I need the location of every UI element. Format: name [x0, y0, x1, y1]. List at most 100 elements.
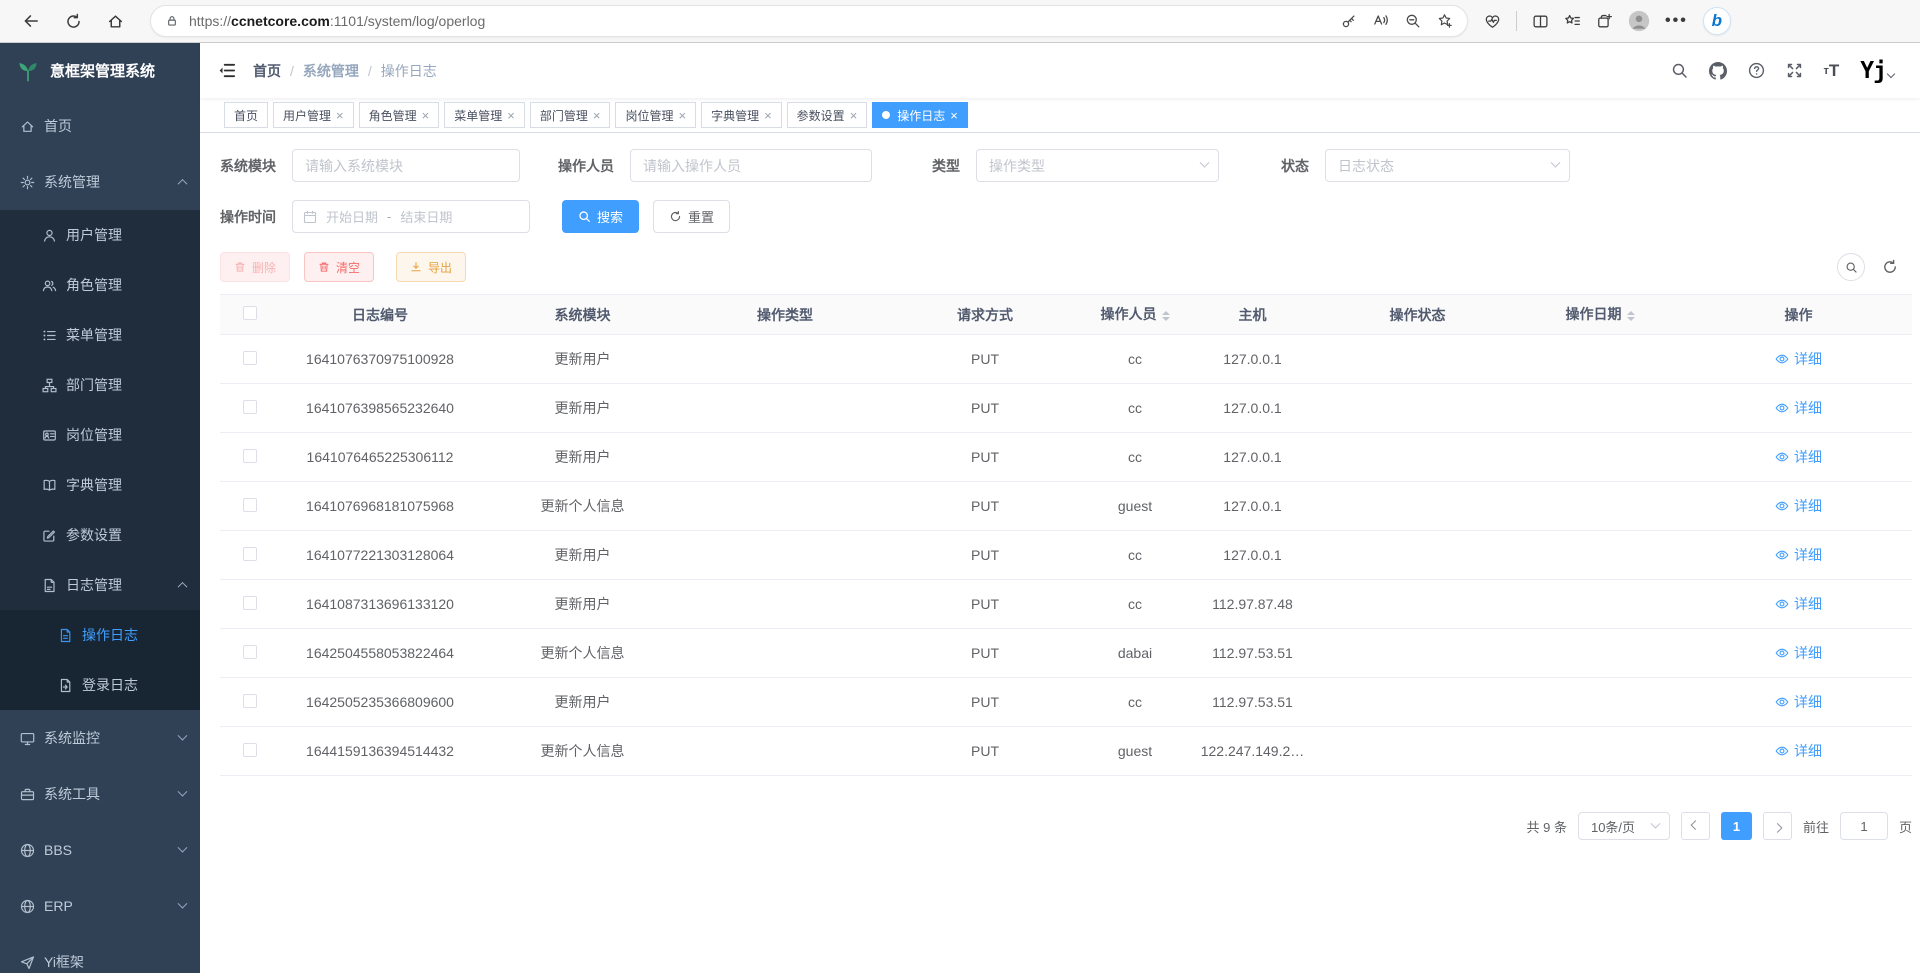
sidebar-item-yi-framework[interactable]: Yi框架 [0, 934, 200, 973]
close-icon[interactable]: × [336, 109, 344, 122]
search-button[interactable]: 搜索 [562, 200, 639, 233]
detail-link[interactable]: 详细 [1775, 545, 1822, 565]
close-icon[interactable]: × [507, 109, 515, 122]
zoom-out-icon[interactable] [1405, 13, 1421, 29]
sidebar-item-erp[interactable]: ERP [0, 878, 200, 934]
address-bar[interactable]: https://ccnetcore.com:1101/system/log/op… [150, 5, 1468, 37]
tab-home[interactable]: 首页 [224, 102, 268, 128]
sidebar-item-log-mgmt[interactable]: 日志管理 [0, 560, 200, 610]
module-input[interactable] [292, 149, 520, 182]
breadcrumb-system-mgmt[interactable]: 系统管理 [303, 61, 359, 81]
sidebar-item-param-settings[interactable]: 参数设置 [0, 510, 200, 560]
sidebar-item-dept-mgmt[interactable]: 部门管理 [0, 360, 200, 410]
row-checkbox[interactable] [243, 743, 257, 757]
date-range-picker[interactable]: 开始日期 - 结束日期 [292, 200, 530, 233]
add-favorite-icon[interactable] [1437, 13, 1453, 29]
sidebar-item-post-mgmt[interactable]: 岗位管理 [0, 410, 200, 460]
sort-carets-icon[interactable] [1162, 307, 1170, 325]
row-checkbox[interactable] [243, 400, 257, 414]
toggle-search-icon[interactable] [1837, 253, 1865, 281]
tab-oper-log[interactable]: 操作日志× [872, 102, 968, 128]
github-icon[interactable] [1709, 62, 1727, 80]
sidebar-item-oper-log[interactable]: 操作日志 [0, 610, 200, 660]
row-checkbox[interactable] [243, 547, 257, 561]
favorites-icon[interactable] [1564, 13, 1581, 30]
select-all-checkbox[interactable] [243, 306, 257, 320]
breadcrumb-home[interactable]: 首页 [253, 61, 281, 81]
settings-more-icon[interactable]: ••• [1665, 12, 1688, 30]
close-icon[interactable]: × [678, 109, 686, 122]
row-checkbox[interactable] [243, 449, 257, 463]
detail-link[interactable]: 详细 [1775, 741, 1822, 761]
browser-home-icon[interactable] [98, 4, 132, 38]
close-icon[interactable]: × [593, 109, 601, 122]
split-screen-icon[interactable] [1532, 13, 1549, 30]
sort-carets-icon[interactable] [1627, 307, 1635, 325]
operator-input[interactable] [630, 149, 872, 182]
col-operator-sortable[interactable]: 操作人员 [1085, 295, 1185, 335]
page-size-select[interactable]: 10条/页 [1578, 812, 1670, 840]
select-all-header[interactable] [220, 295, 280, 335]
sidebar-item-system-monitor[interactable]: 系统监控 [0, 710, 200, 766]
font-size-icon[interactable]: тT [1824, 61, 1840, 81]
tab-menu-mgmt[interactable]: 菜单管理× [444, 102, 525, 128]
sidebar-item-user-mgmt[interactable]: 用户管理 [0, 210, 200, 260]
profile-avatar-icon[interactable] [1628, 10, 1650, 32]
search-icon[interactable] [1671, 62, 1688, 79]
row-checkbox[interactable] [243, 596, 257, 610]
sidebar-item-role-mgmt[interactable]: 角色管理 [0, 260, 200, 310]
status-select[interactable]: 日志状态 [1325, 149, 1570, 182]
close-icon[interactable]: × [764, 109, 772, 122]
browser-essentials-icon[interactable] [1484, 13, 1501, 30]
refresh-table-icon[interactable] [1882, 259, 1898, 275]
detail-link[interactable]: 详细 [1775, 447, 1822, 467]
detail-link[interactable]: 详细 [1775, 692, 1822, 712]
col-date-sortable[interactable]: 操作日期 [1515, 295, 1685, 335]
tab-param-settings[interactable]: 参数设置× [787, 102, 868, 128]
close-icon[interactable]: × [950, 109, 958, 122]
close-icon[interactable]: × [422, 109, 430, 122]
goto-page-input[interactable] [1840, 812, 1888, 840]
close-icon[interactable]: × [850, 109, 858, 122]
reset-button[interactable]: 重置 [653, 200, 730, 233]
tab-post-mgmt[interactable]: 岗位管理× [615, 102, 696, 128]
browser-back-icon[interactable] [14, 4, 48, 38]
clear-button[interactable]: 清空 [304, 252, 374, 282]
sidebar-item-system-tools[interactable]: 系统工具 [0, 766, 200, 822]
collections-icon[interactable] [1596, 13, 1613, 30]
type-select[interactable]: 操作类型 [976, 149, 1219, 182]
row-checkbox[interactable] [243, 694, 257, 708]
sidebar-item-bbs[interactable]: BBS [0, 822, 200, 878]
key-icon[interactable] [1341, 13, 1357, 29]
browser-refresh-icon[interactable] [56, 4, 90, 38]
sidebar-item-system-mgmt[interactable]: 系统管理 [0, 154, 200, 210]
sidebar-logo[interactable]: 意框架管理系统 [0, 43, 200, 98]
fullscreen-icon[interactable] [1786, 62, 1803, 79]
detail-link[interactable]: 详细 [1775, 349, 1822, 369]
sidebar-item-dict-mgmt[interactable]: 字典管理 [0, 460, 200, 510]
current-page-button[interactable]: 1 [1721, 812, 1752, 840]
prev-page-button[interactable] [1681, 812, 1710, 840]
tab-dict-mgmt[interactable]: 字典管理× [701, 102, 782, 128]
row-checkbox[interactable] [243, 645, 257, 659]
sidebar-item-login-log[interactable]: 登录日志 [0, 660, 200, 710]
next-page-button[interactable] [1763, 812, 1792, 840]
lock-icon[interactable] [165, 14, 179, 28]
read-aloud-icon[interactable] [1373, 13, 1389, 29]
copilot-bing-icon[interactable]: b [1703, 7, 1731, 35]
tab-role-mgmt[interactable]: 角色管理× [359, 102, 440, 128]
detail-link[interactable]: 详细 [1775, 496, 1822, 516]
tab-user-mgmt[interactable]: 用户管理× [273, 102, 354, 128]
row-checkbox[interactable] [243, 351, 257, 365]
sidebar-item-home[interactable]: 首页 [0, 98, 200, 154]
detail-link[interactable]: 详细 [1775, 643, 1822, 663]
detail-link[interactable]: 详细 [1775, 398, 1822, 418]
sidebar-toggle-hamburger-icon[interactable] [200, 61, 253, 80]
export-button[interactable]: 导出 [396, 252, 466, 282]
sidebar-item-menu-mgmt[interactable]: 菜单管理 [0, 310, 200, 360]
delete-button[interactable]: 删除 [220, 252, 290, 282]
tab-dept-mgmt[interactable]: 部门管理× [530, 102, 611, 128]
user-menu[interactable]: Yj [1860, 58, 1894, 84]
detail-link[interactable]: 详细 [1775, 594, 1822, 614]
row-checkbox[interactable] [243, 498, 257, 512]
